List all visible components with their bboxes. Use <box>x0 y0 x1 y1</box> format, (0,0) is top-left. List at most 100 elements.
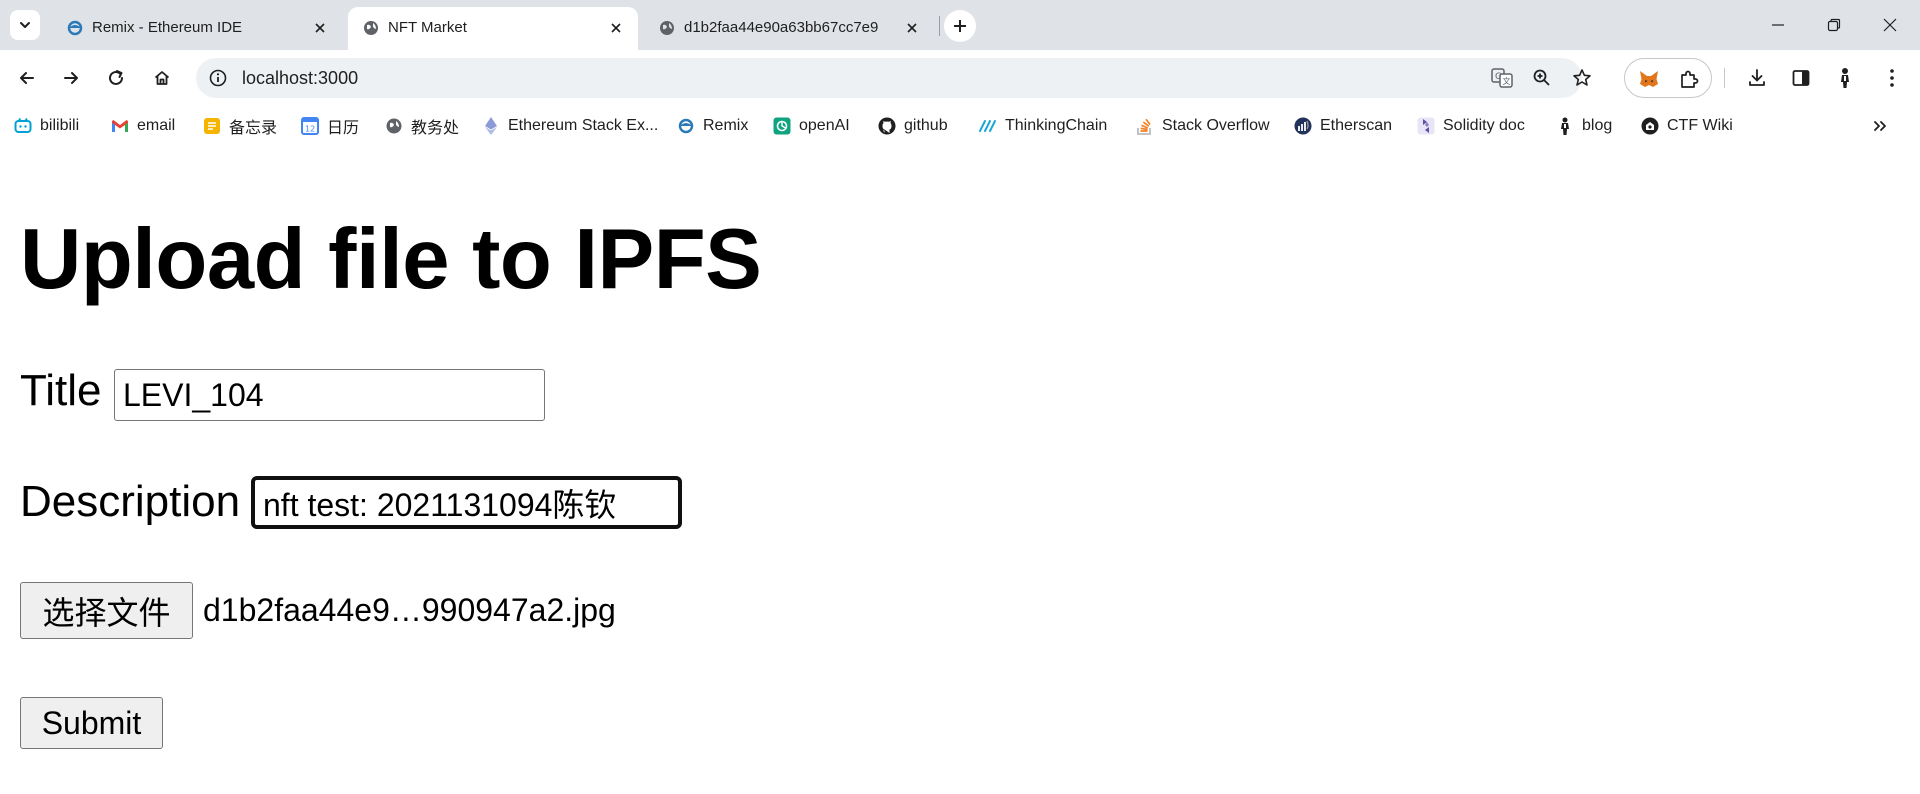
tab-remix[interactable]: Remix - Ethereum IDE <box>52 7 342 50</box>
description-label: Description <box>20 477 241 526</box>
bookmark-etherscan[interactable]: Etherscan <box>1294 114 1392 138</box>
globe-icon <box>364 21 378 35</box>
zoom-button[interactable] <box>1528 64 1556 92</box>
openai-icon <box>773 117 791 135</box>
bookmark-label: 备忘录 <box>229 120 278 137</box>
close-icon[interactable] <box>310 18 330 38</box>
bookmark-label: bilibili <box>40 117 80 134</box>
bookmark-label: ThinkingChain <box>1005 117 1108 134</box>
tab-image[interactable]: d1b2faa44e90a63bb67cc7e9 <box>644 7 934 50</box>
close-icon[interactable] <box>902 18 922 38</box>
bookmark-bilibili[interactable]: bilibili <box>14 114 79 138</box>
bookmark-star-button[interactable] <box>1568 64 1596 92</box>
notes-icon <box>203 117 221 135</box>
bookmark-openai[interactable]: openAI <box>773 114 850 138</box>
description-input[interactable] <box>251 476 682 529</box>
tab-strip: Remix - Ethereum IDE NFT Market d1b2faa4… <box>0 0 1920 50</box>
tab-nft-market[interactable]: NFT Market <box>348 7 638 50</box>
home-button[interactable] <box>144 60 180 96</box>
bookmark-ethereum-stack[interactable]: Ethereum Stack Ex... <box>482 114 658 138</box>
bookmark-stackoverflow[interactable]: Stack Overflow <box>1136 114 1270 138</box>
back-arrow-icon <box>20 72 34 84</box>
double-chevron-right-icon <box>1874 121 1886 131</box>
url-text: localhost:3000 <box>242 68 359 88</box>
site-info-button[interactable] <box>204 64 232 92</box>
etherscan-icon <box>1294 117 1312 135</box>
info-icon <box>209 69 227 87</box>
remix-icon <box>67 20 83 36</box>
reload-button[interactable] <box>98 60 134 96</box>
thinkingchain-icon <box>979 117 997 135</box>
github-icon <box>878 117 896 135</box>
minimize-icon <box>1772 24 1784 26</box>
bookmark-label: github <box>904 117 948 134</box>
side-panel-button[interactable] <box>1783 60 1819 96</box>
globe-icon <box>660 21 674 35</box>
avatar <box>1841 68 1849 88</box>
close-window-button[interactable] <box>1862 0 1918 50</box>
bookmark-github[interactable]: github <box>878 114 948 138</box>
downloads-button[interactable] <box>1739 60 1775 96</box>
bookmark-calendar[interactable]: 12 日历 <box>301 114 359 138</box>
back-button[interactable] <box>9 60 45 96</box>
close-icon[interactable] <box>606 18 626 38</box>
choose-file-button[interactable]: 选择文件 <box>20 582 193 639</box>
extensions-group <box>1624 58 1712 98</box>
address-bar[interactable]: localhost:3000 G 文 <box>196 58 1591 98</box>
close-icon <box>1883 18 1897 32</box>
page-title: Upload file to IPFS <box>20 212 762 307</box>
tab-separator <box>939 16 940 36</box>
tab-search-button[interactable] <box>10 10 40 40</box>
bookmark-label: CTF Wiki <box>1667 117 1733 134</box>
bookmark-email[interactable]: email <box>111 114 175 138</box>
bookmark-label: email <box>137 117 176 134</box>
menu-button[interactable] <box>1874 60 1910 96</box>
kebab-menu-icon <box>1890 69 1894 87</box>
ethereum-icon <box>482 117 500 135</box>
submit-button[interactable]: Submit <box>20 697 163 749</box>
bookmark-remix[interactable]: Remix <box>677 114 748 138</box>
bookmarks-overflow-button[interactable] <box>1866 114 1894 138</box>
title-input[interactable] <box>114 369 545 421</box>
bookmark-label: 日历 <box>327 120 360 137</box>
extensions-button[interactable] <box>1675 65 1703 93</box>
profile-button[interactable] <box>1827 60 1863 96</box>
metamask-extension-button[interactable] <box>1635 65 1663 93</box>
bookmark-label: blog <box>1582 117 1613 134</box>
forward-button[interactable] <box>53 60 89 96</box>
bookmark-blog[interactable]: blog <box>1556 114 1612 138</box>
bilibili-icon <box>14 117 32 135</box>
home-icon <box>154 71 170 85</box>
title-label: Title <box>20 366 102 415</box>
bookmark-label: Remix <box>703 117 749 134</box>
globe-icon <box>385 117 403 135</box>
new-tab-button[interactable] <box>944 10 976 42</box>
bookmark-thinkingchain[interactable]: ThinkingChain <box>979 114 1107 138</box>
toolbar-separator <box>1724 68 1725 88</box>
translate-icon: G 文 <box>1491 68 1513 88</box>
bookmark-label: Solidity doc <box>1443 117 1525 134</box>
translate-button[interactable]: G 文 <box>1488 64 1516 92</box>
bookmark-ctf-wiki[interactable]: CTF Wiki <box>1641 114 1733 138</box>
ctfwiki-icon <box>1641 117 1659 135</box>
svg-text:12: 12 <box>305 125 315 134</box>
download-icon <box>1749 69 1765 86</box>
restore-button[interactable] <box>1806 0 1862 50</box>
bookmark-notes[interactable]: 备忘录 <box>203 114 277 138</box>
bookmark-label: Stack Overflow <box>1162 117 1270 134</box>
bookmark-label: Etherscan <box>1320 117 1393 134</box>
side-panel-icon <box>1792 70 1810 86</box>
stackoverflow-icon <box>1136 117 1154 135</box>
gmail-icon <box>111 117 129 135</box>
bookmark-academic-office[interactable]: 教务处 <box>385 114 459 138</box>
browser-toolbar: localhost:3000 G 文 <box>0 50 1920 106</box>
blog-icon <box>1556 117 1574 135</box>
bookmark-solidity-doc[interactable]: Solidity doc <box>1417 114 1525 138</box>
bookmark-label: openAI <box>799 117 850 134</box>
minimize-button[interactable] <box>1750 0 1806 50</box>
restore-icon <box>1827 18 1841 32</box>
svg-text:文: 文 <box>1503 76 1511 86</box>
selected-file-name: d1b2faa44e9…990947a2.jpg <box>203 592 616 628</box>
calendar-icon: 12 <box>301 117 319 135</box>
metamask-fox-icon <box>1640 71 1658 87</box>
